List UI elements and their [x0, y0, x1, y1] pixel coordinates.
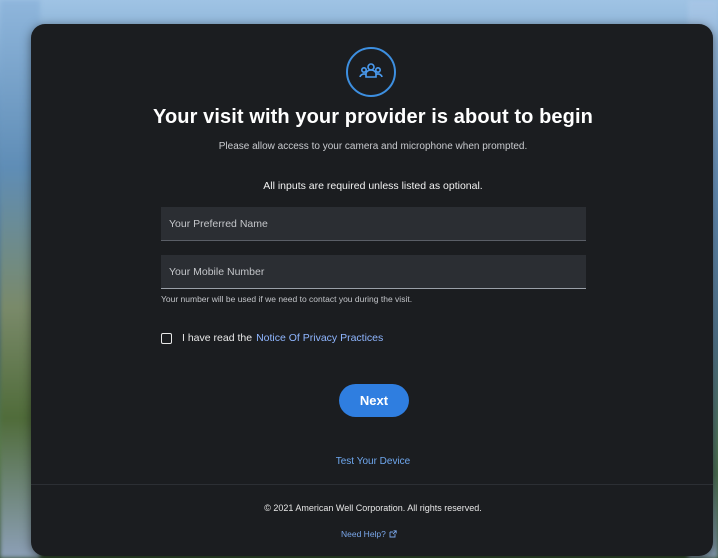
privacy-checkbox-label: I have read the [182, 332, 253, 344]
people-group-icon-graphic [359, 63, 383, 78]
next-button[interactable]: Next [339, 384, 409, 417]
need-help-label[interactable]: Need Help? [341, 529, 386, 539]
external-link-icon [389, 530, 397, 538]
mobile-number-input[interactable] [161, 255, 586, 288]
test-device-link[interactable]: Test Your Device [0, 456, 718, 467]
test-device-link-label[interactable]: Test Your Device [336, 456, 411, 467]
page-subtitle: Please allow access to your camera and m… [218, 141, 528, 152]
visit-dialog [31, 24, 713, 556]
preferred-name-field [161, 207, 586, 241]
privacy-checkbox[interactable] [161, 332, 172, 344]
privacy-notice-link[interactable]: Notice Of Privacy Practices [256, 332, 383, 344]
footer-divider [31, 484, 713, 485]
need-help-link[interactable]: Need Help? [341, 529, 397, 539]
preferred-name-input[interactable] [161, 207, 586, 240]
copyright-text: © 2021 American Well Corporation. All ri… [264, 503, 482, 513]
page-title: Your visit with your provider is about t… [153, 106, 593, 128]
people-group-icon [346, 47, 396, 97]
mobile-helper-text: Your number will be used if we need to c… [161, 294, 413, 304]
mobile-number-field [161, 255, 586, 289]
privacy-checkbox-row: I have read the Notice Of Privacy Practi… [161, 332, 383, 344]
required-note: All inputs are required unless listed as… [263, 180, 483, 192]
